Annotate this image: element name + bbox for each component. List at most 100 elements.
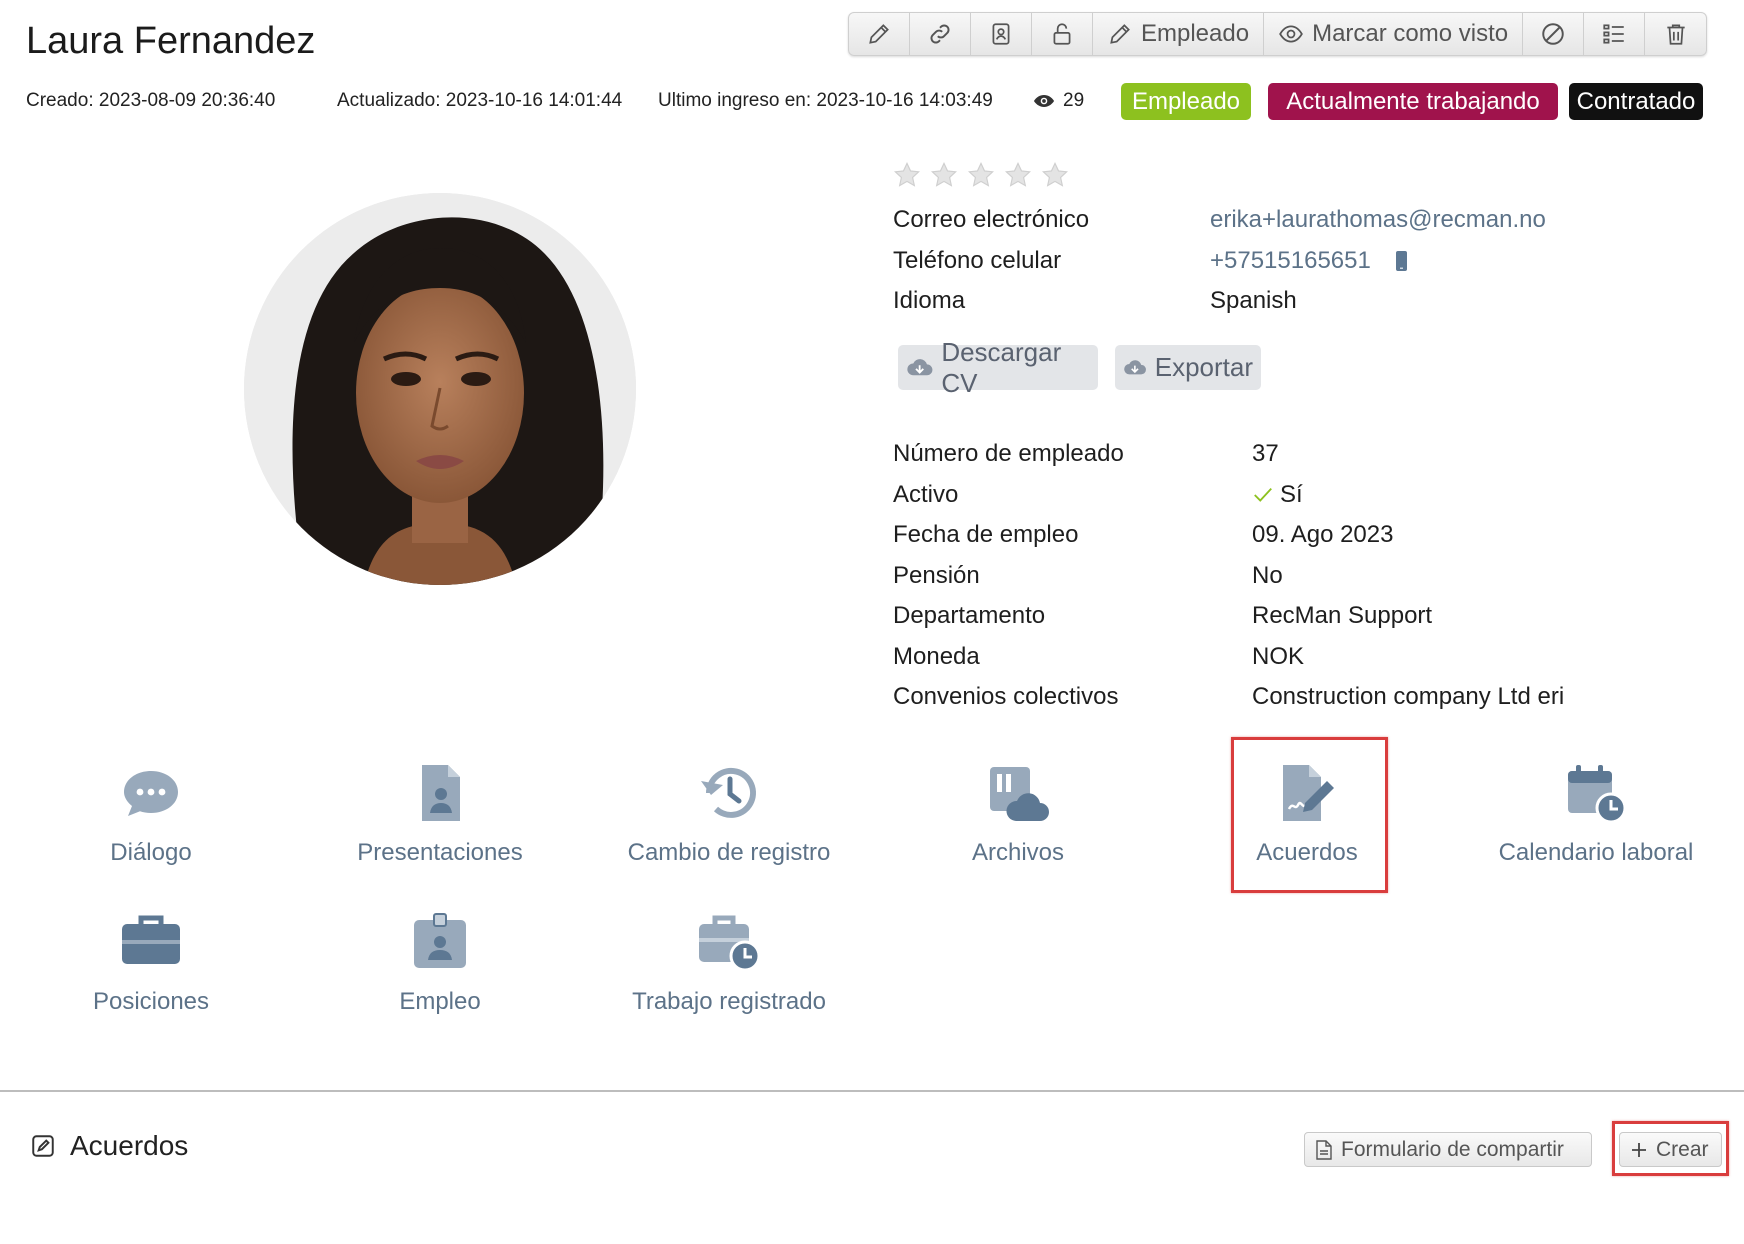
share-form-label: Formulario de compartir — [1341, 1137, 1564, 1161]
download-cv-label: Descargar CV — [941, 336, 1062, 398]
created-timestamp: Creado: 2023-08-09 20:36:40 — [26, 90, 276, 111]
tile-label: Acuerdos — [1256, 839, 1358, 866]
language-value: Spanish — [1210, 287, 1297, 314]
status-badge-employee: Empleado — [1121, 83, 1251, 120]
briefcase-icon — [122, 915, 180, 964]
edit-button[interactable] — [849, 13, 910, 55]
star-icon[interactable] — [1004, 161, 1032, 189]
employment-date-value: 09. Ago 2023 — [1252, 521, 1394, 548]
document-icon — [1316, 1139, 1332, 1160]
link-button[interactable] — [910, 13, 971, 55]
unlock-button[interactable] — [1032, 13, 1093, 55]
portrait-image — [244, 193, 636, 585]
pension-label: Pensión — [893, 562, 980, 589]
tile-label: Diálogo — [110, 839, 192, 866]
tile-change-log[interactable]: Cambio de registro — [599, 761, 859, 867]
tile-label: Posiciones — [92, 988, 210, 1015]
tile-employment[interactable]: Empleo — [310, 910, 570, 1016]
status-badge-working: Actualmente trabajando — [1268, 83, 1558, 120]
email-link[interactable]: erika+laurathomas@recman.no — [1210, 206, 1546, 234]
record-toolbar: Empleado Marcar como visto — [848, 12, 1708, 56]
tile-label: Trabajo registrado — [632, 988, 826, 1015]
collective-agreements-label: Convenios colectivos — [893, 683, 1119, 710]
contact-card-button[interactable] — [971, 13, 1032, 55]
trash-icon — [1666, 24, 1685, 45]
employee-button[interactable]: Empleado — [1093, 13, 1265, 55]
link-icon — [930, 24, 950, 44]
cloud-download-icon — [1124, 359, 1146, 374]
tile-work-calendar[interactable]: Calendario laboral — [1466, 761, 1726, 867]
employee-number-label: Número de empleado — [893, 440, 1124, 467]
pension-value: No — [1252, 562, 1283, 589]
active-field: Sí — [1252, 481, 1303, 509]
files-cloud-icon — [990, 767, 1049, 821]
status-badge-hired: Contratado — [1569, 83, 1703, 120]
tile-label: Calendario laboral — [1498, 839, 1694, 866]
tile-positions[interactable]: Posiciones — [21, 910, 281, 1016]
view-count-value: 29 — [1063, 90, 1085, 111]
tile-label: Empleo — [399, 988, 481, 1015]
employment-date-label: Fecha de empleo — [893, 521, 1079, 548]
avatar — [244, 193, 636, 585]
create-label: Crear — [1656, 1137, 1709, 1161]
collective-agreements-value: Construction company Ltd eri — [1252, 683, 1565, 710]
phone-link[interactable]: +57515165651 — [1210, 247, 1371, 275]
department-value: RecMan Support — [1252, 602, 1433, 629]
phone-field: +57515165651 — [1210, 247, 1413, 275]
tile-label: Cambio de registro — [627, 839, 831, 866]
department-label: Departamento — [893, 602, 1046, 629]
checklist-button[interactable] — [1584, 13, 1646, 55]
tile-dialog[interactable]: Diálogo — [21, 761, 281, 867]
email-label: Correo electrónico — [893, 206, 1090, 233]
history-icon — [701, 767, 756, 818]
star-icon[interactable] — [893, 161, 921, 189]
mark-seen-button-label: Marcar como visto — [1312, 20, 1509, 47]
currency-value: NOK — [1252, 643, 1305, 670]
share-form-button[interactable]: Formulario de compartir — [1304, 1132, 1592, 1167]
mark-seen-button[interactable]: Marcar como visto — [1264, 13, 1524, 55]
currency-label: Moneda — [893, 643, 980, 670]
calendar-clock-icon — [1568, 765, 1627, 824]
star-icon[interactable] — [1041, 161, 1069, 189]
checklist-icon — [1603, 24, 1624, 44]
download-cv-button[interactable]: Descargar CV — [898, 337, 1098, 398]
tile-label: Archivos — [971, 839, 1065, 866]
briefcase-clock-icon — [699, 915, 761, 972]
star-icon[interactable] — [930, 161, 958, 189]
cloud-download-icon — [907, 358, 933, 375]
create-button[interactable]: Crear — [1619, 1132, 1722, 1167]
export-label: Exportar — [1154, 352, 1253, 382]
delete-button[interactable] — [1645, 13, 1706, 55]
tile-presentations[interactable]: Presentaciones — [310, 761, 570, 867]
employee-number-value: 37 — [1252, 440, 1279, 467]
tile-files[interactable]: Archivos — [888, 761, 1148, 867]
star-icon[interactable] — [967, 161, 995, 189]
eye-icon — [1279, 25, 1303, 43]
tile-agreements[interactable]: Acuerdos — [1177, 761, 1437, 867]
page-title: Laura Fernandez — [26, 20, 316, 62]
pencil-icon — [1110, 24, 1130, 44]
star-rating[interactable] — [893, 161, 1069, 189]
unlock-icon — [1053, 23, 1071, 45]
active-label: Activo — [893, 481, 959, 508]
last-login-timestamp: Ultimo ingreso en: 2023-10-16 14:03:49 — [658, 90, 993, 111]
phone-label: Teléfono celular — [893, 247, 1062, 274]
tile-registered-work[interactable]: Trabajo registrado — [599, 910, 859, 1016]
export-button[interactable]: Exportar — [1115, 345, 1261, 390]
chat-bubble-icon — [124, 771, 178, 816]
agreements-section-header: Acuerdos — [30, 1130, 188, 1162]
updated-timestamp: Actualizado: 2023-10-16 14:01:44 — [337, 90, 623, 111]
contact-card-icon — [992, 23, 1010, 45]
active-value: Sí — [1280, 481, 1303, 508]
employee-button-label: Empleado — [1141, 20, 1250, 47]
section-divider — [0, 1090, 1744, 1092]
block-icon — [1542, 23, 1564, 45]
view-count: 29 — [1033, 90, 1084, 112]
pencil-icon — [869, 24, 889, 44]
block-button[interactable] — [1523, 13, 1585, 55]
section-title: Acuerdos — [70, 1130, 189, 1161]
plus-icon — [1632, 1142, 1646, 1157]
mobile-phone-icon[interactable] — [1389, 249, 1413, 273]
id-badge-icon — [414, 913, 466, 968]
tile-label: Presentaciones — [357, 839, 523, 866]
